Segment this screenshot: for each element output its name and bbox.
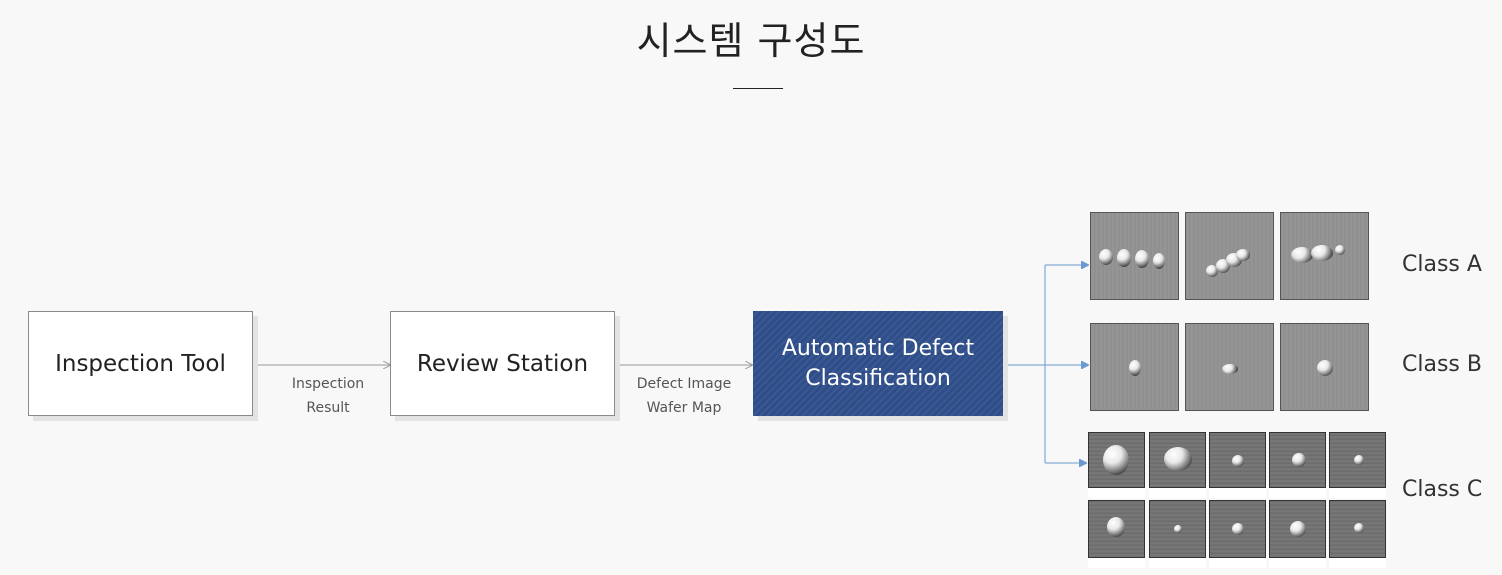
edge-label-defect-image: Defect Image Wafer Map: [624, 372, 744, 420]
class-c-image-1: [1088, 432, 1145, 498]
review-station-label: Review Station: [416, 350, 589, 377]
inspection-tool-label: Inspection Tool: [55, 350, 226, 377]
edge-label-line: Wafer Map: [646, 400, 722, 416]
class-c-label: Class C: [1402, 477, 1483, 502]
adc-label-line1: Automatic Defect: [781, 335, 975, 361]
class-c-image-2: [1149, 432, 1206, 498]
class-c-image-10: [1329, 500, 1386, 568]
edge-label-line: Result: [306, 400, 350, 416]
edge-label-line: Defect Image: [636, 376, 732, 392]
adc-box: Automatic Defect Classification: [753, 311, 1003, 416]
class-b-image-1: [1090, 323, 1179, 411]
class-c-image-5: [1329, 432, 1386, 498]
class-a-label: Class A: [1402, 252, 1482, 277]
class-c-image-4: [1269, 432, 1326, 498]
edge-label-inspection-result: Inspection Result: [268, 372, 388, 420]
class-a-image-2: [1185, 212, 1274, 300]
adc-label-line2: Classification: [805, 365, 951, 391]
class-a-image-1: [1090, 212, 1179, 300]
class-b-image-3: [1280, 323, 1369, 411]
review-station-box: Review Station: [390, 311, 615, 416]
edge-label-line: Inspection: [291, 376, 365, 392]
class-c-image-7: [1149, 500, 1206, 568]
class-b-label: Class B: [1402, 352, 1482, 377]
class-c-image-6: [1088, 500, 1145, 568]
class-c-image-3: [1209, 432, 1266, 498]
class-b-image-2: [1185, 323, 1274, 411]
inspection-tool-box: Inspection Tool: [28, 311, 253, 416]
class-c-image-9: [1269, 500, 1326, 568]
class-c-image-8: [1209, 500, 1266, 568]
class-a-image-3: [1280, 212, 1369, 300]
